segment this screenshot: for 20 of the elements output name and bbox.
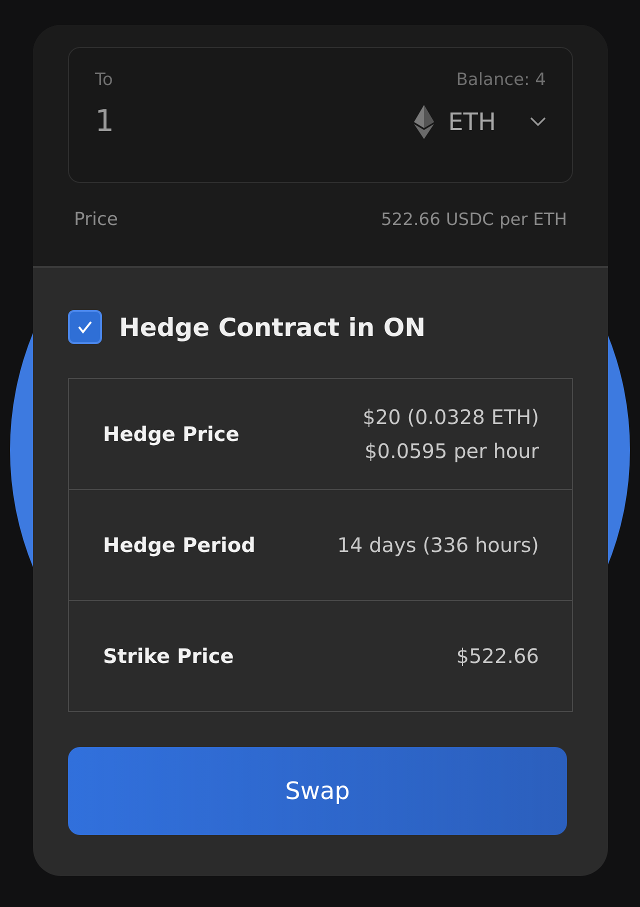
field-label: To: [95, 70, 113, 90]
amount-value[interactable]: 1: [95, 104, 114, 139]
hedge-checkbox[interactable]: [68, 310, 102, 344]
detail-value: $20 (0.0328 ETH): [362, 405, 539, 429]
detail-label: Hedge Period: [103, 533, 256, 557]
detail-label: Hedge Price: [103, 422, 240, 446]
swap-button[interactable]: Swap: [68, 747, 567, 835]
detail-label: Strike Price: [103, 644, 234, 668]
price-label: Price: [74, 209, 118, 230]
detail-value: $0.0595 per hour: [364, 439, 539, 463]
price-value: 522.66 USDC per ETH: [380, 210, 567, 230]
checkmark-icon: [77, 320, 93, 334]
ethereum-icon: [414, 104, 434, 138]
detail-value: $522.66: [456, 644, 539, 668]
hedge-checkbox-label: Hedge Contract in ON: [119, 312, 426, 342]
detail-value: 14 days (336 hours): [337, 533, 539, 557]
chevron-down-icon[interactable]: [530, 116, 546, 126]
balance-text: Balance: 4: [456, 70, 546, 90]
token-symbol[interactable]: ETH: [448, 108, 496, 136]
token-input-field[interactable]: To Balance: 4 1 ETH: [68, 47, 573, 183]
